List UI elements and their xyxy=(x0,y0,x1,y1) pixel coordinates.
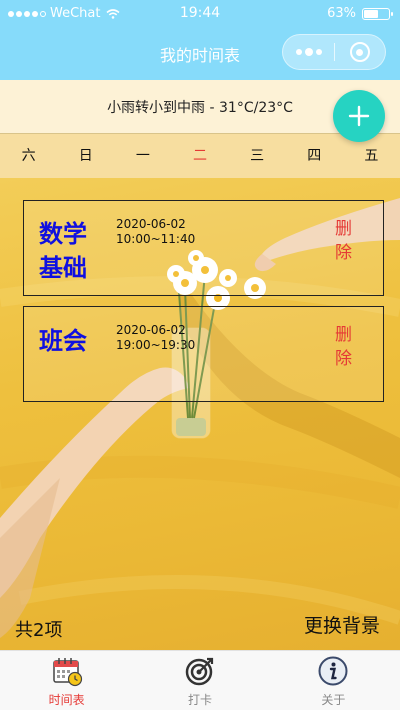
course-name: 班会 xyxy=(39,327,87,355)
weekday-sat[interactable]: 六 xyxy=(0,134,57,178)
tab-timetable-label: 时间表 xyxy=(48,693,85,707)
status-bar: WeChat 19:44 63% xyxy=(0,0,400,28)
course-time: 10:00~11:40 xyxy=(116,232,196,246)
target-close-icon xyxy=(349,42,370,62)
weekday-mon[interactable]: 一 xyxy=(114,134,171,178)
course-date: 2020-06-02 xyxy=(116,217,186,231)
close-mini-program-button[interactable] xyxy=(335,35,385,69)
info-icon xyxy=(318,656,348,686)
top-bar: WeChat 19:44 63% 我的时间表 xyxy=(0,0,400,80)
course-card[interactable]: 数学基础 2020-06-02 10:00~11:40 删除 xyxy=(23,200,384,296)
week-day-bar: 六 日 一 二 三 四 五 xyxy=(0,133,400,178)
add-course-button[interactable] xyxy=(333,90,385,142)
plus-icon xyxy=(348,105,370,127)
delete-course-button[interactable]: 删除 xyxy=(335,323,357,371)
course-schedule: 2020-06-02 10:00~11:40 xyxy=(116,217,195,247)
course-schedule: 2020-06-02 19:00~19:30 xyxy=(116,323,195,353)
mini-program-capsule xyxy=(282,34,386,70)
target-check-icon xyxy=(185,657,214,686)
change-background-button[interactable]: 更换背景 xyxy=(304,611,380,638)
calendar-clock-icon xyxy=(52,658,82,687)
course-card[interactable]: 班会 2020-06-02 19:00~19:30 删除 xyxy=(23,306,384,402)
course-date: 2020-06-02 xyxy=(116,323,186,337)
more-menu-button[interactable] xyxy=(283,35,334,69)
course-time: 19:00~19:30 xyxy=(116,338,196,352)
course-name: 数学基础 xyxy=(39,220,87,282)
weekday-tue[interactable]: 二 xyxy=(171,134,228,178)
tab-about[interactable]: 关于 xyxy=(267,651,400,710)
tab-timetable[interactable]: 时间表 xyxy=(0,651,133,710)
battery-icon xyxy=(362,7,393,20)
weekday-thu[interactable]: 四 xyxy=(286,134,343,178)
tab-checkin[interactable]: 打卡 xyxy=(133,651,266,710)
course-count: 共2项 xyxy=(15,620,63,641)
battery-percent: 63% xyxy=(327,6,356,21)
weekday-wed[interactable]: 三 xyxy=(229,134,286,178)
tab-checkin-label: 打卡 xyxy=(187,693,212,707)
tab-about-label: 关于 xyxy=(321,693,346,707)
weekday-sun[interactable]: 日 xyxy=(57,134,114,178)
tab-bar: 时间表 打卡 关于 xyxy=(0,650,400,710)
delete-course-button[interactable]: 删除 xyxy=(335,217,357,265)
